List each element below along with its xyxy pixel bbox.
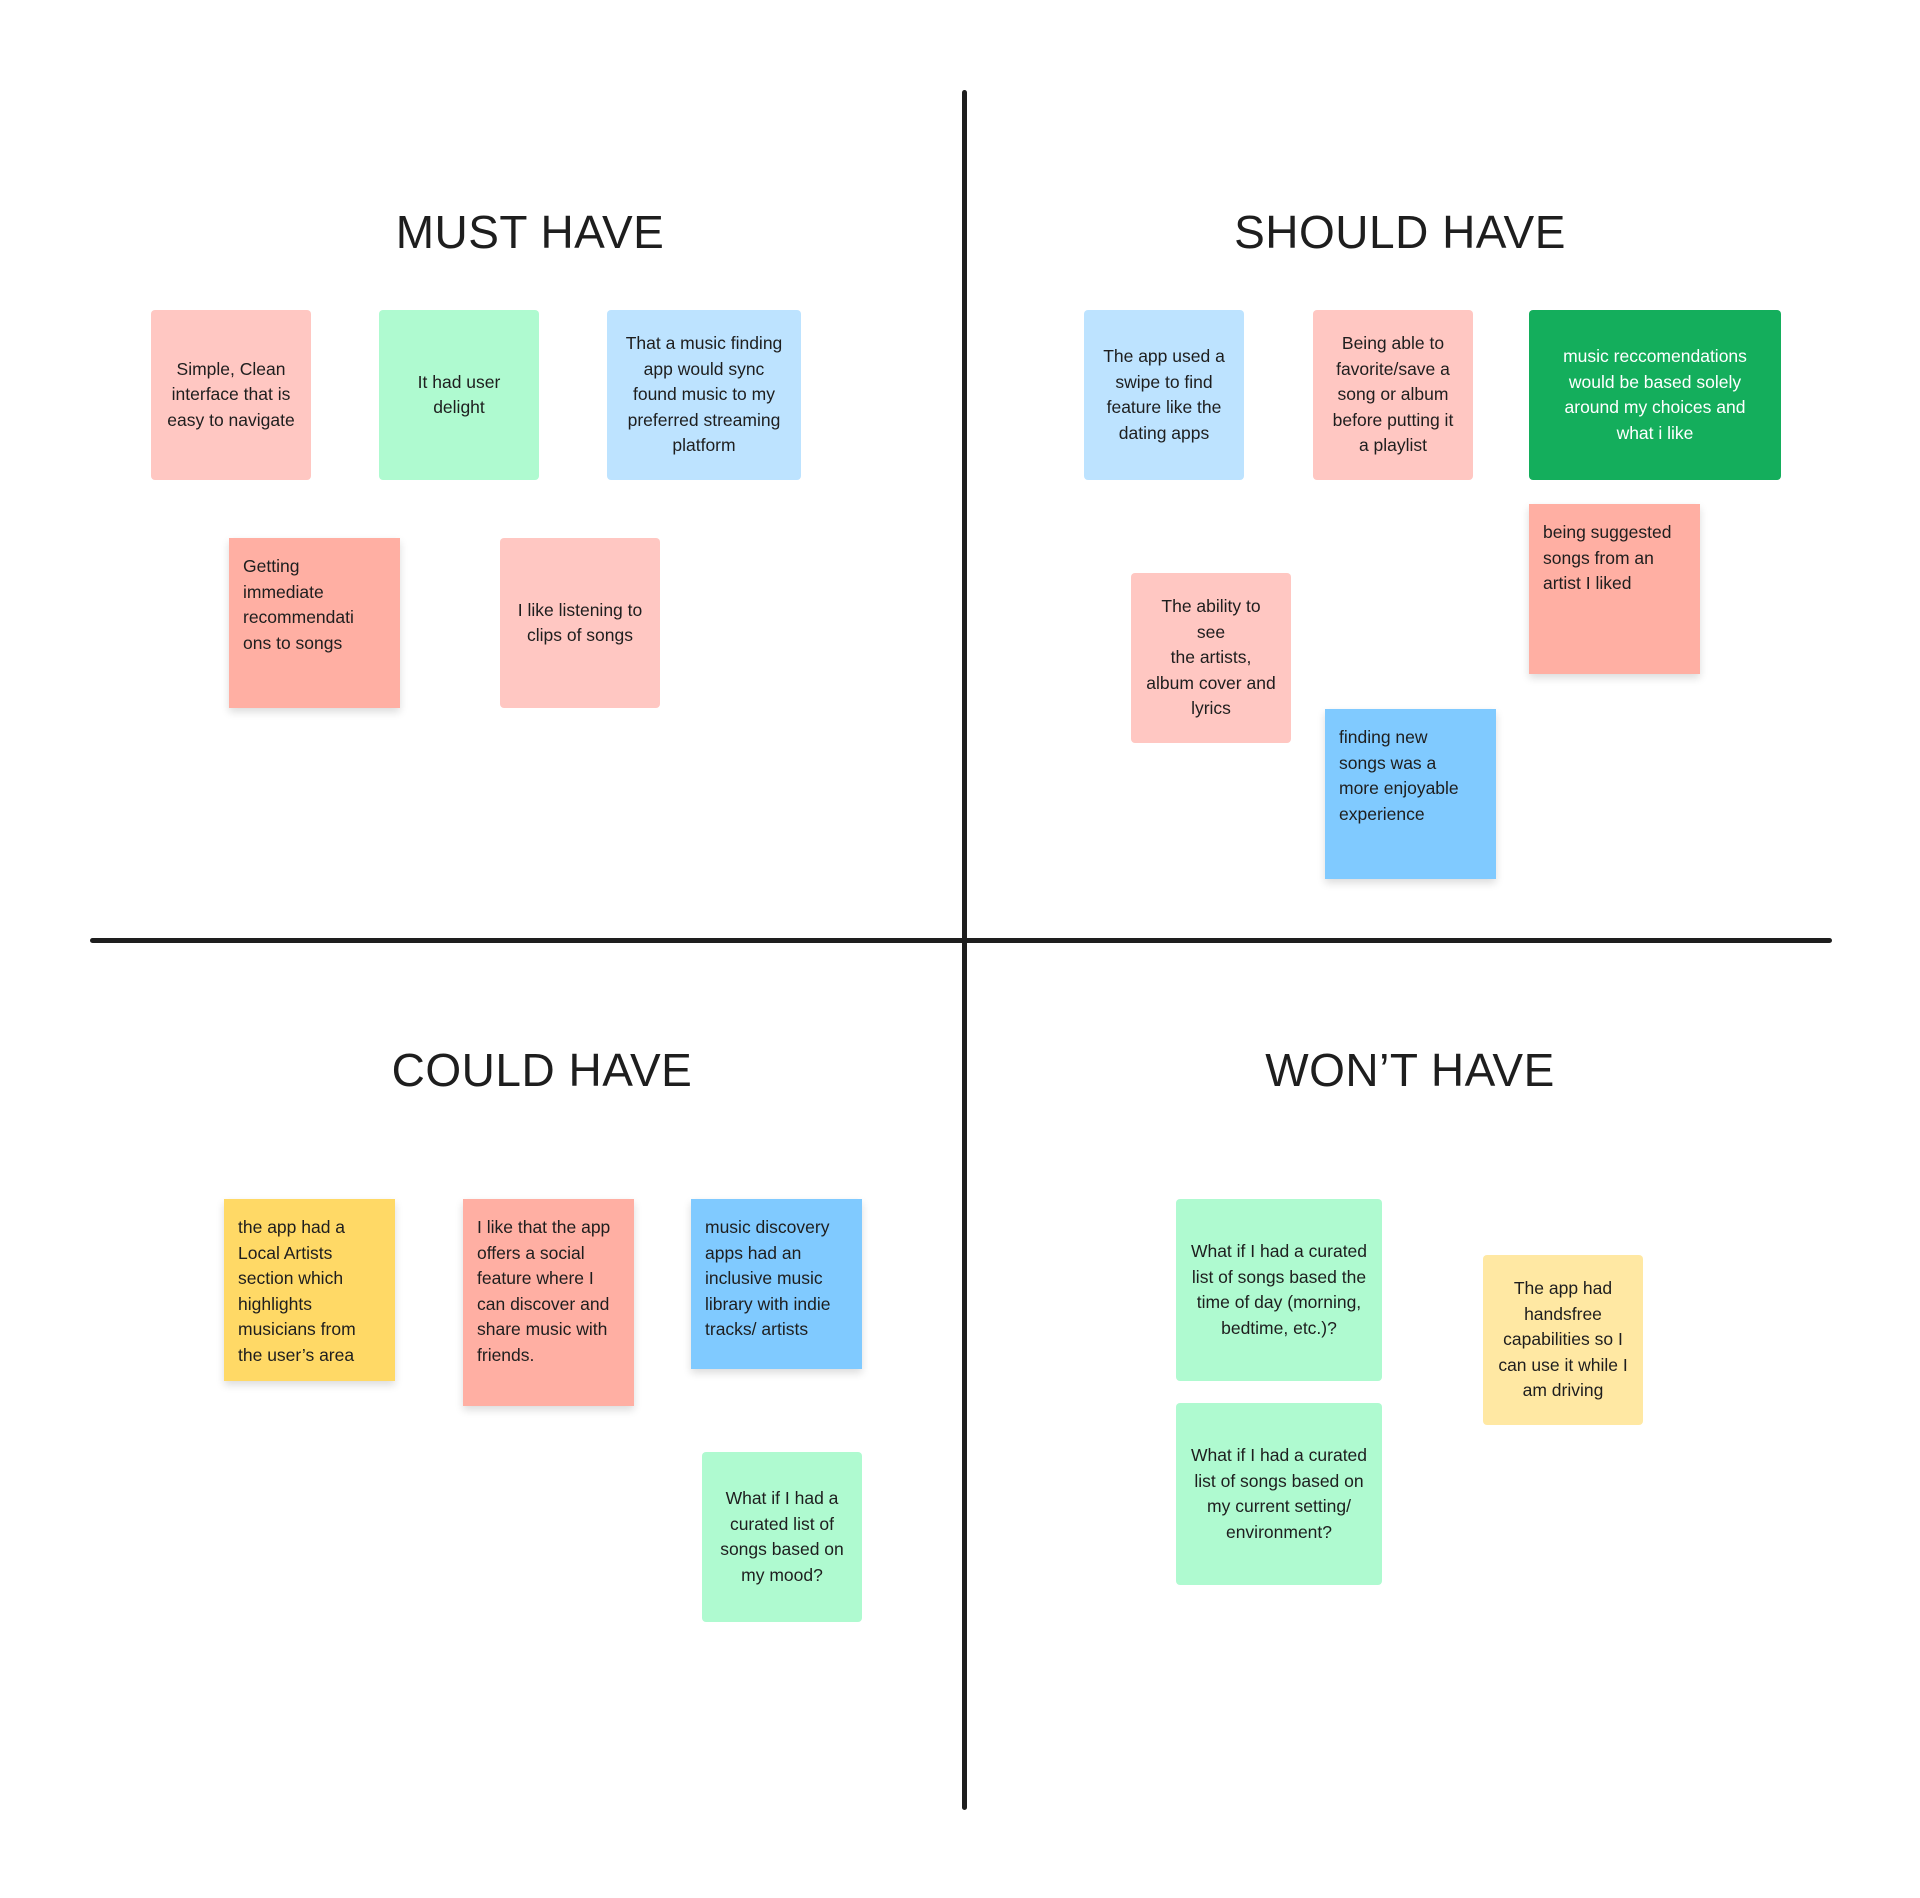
note-text: Getting immediate recommendati ons to so…: [243, 556, 354, 653]
vertical-divider: [962, 90, 967, 1810]
heading-must-have: MUST HAVE: [395, 206, 665, 258]
note-text: The app had handsfree capabilities so I …: [1498, 1278, 1628, 1401]
note-text: Simple, Clean interface that is easy to …: [167, 358, 295, 430]
note-text: Being able to favorite/save a song or al…: [1332, 333, 1454, 456]
sticky-note[interactable]: music discovery apps had an inclusive mu…: [691, 1199, 862, 1369]
sticky-note[interactable]: I like that the app offers a social feat…: [463, 1199, 634, 1406]
sticky-note[interactable]: The app used a swipe to find feature lik…: [1084, 310, 1244, 480]
moscow-board: MUST HAVE Simple, Clean interface that i…: [0, 0, 1920, 1898]
sticky-note[interactable]: That a music finding app would sync foun…: [607, 310, 801, 480]
note-text: being suggested songs from an artist I l…: [1543, 522, 1672, 593]
note-text: The ability to see the artists, album co…: [1146, 596, 1276, 719]
note-text: It had user delight: [417, 371, 501, 418]
horizontal-divider: [90, 938, 1832, 943]
note-text: What if I had a curated list of songs ba…: [1190, 1241, 1368, 1338]
sticky-note[interactable]: being suggested songs from an artist I l…: [1529, 504, 1700, 674]
heading-should-have: SHOULD HAVE: [1234, 206, 1566, 258]
heading-could-have: COULD HAVE: [391, 1044, 693, 1096]
sticky-note[interactable]: Being able to favorite/save a song or al…: [1313, 310, 1473, 480]
heading-wont-have: WON’T HAVE: [1265, 1044, 1555, 1096]
sticky-note[interactable]: What if I had a curated list of songs ba…: [1176, 1403, 1382, 1585]
sticky-note[interactable]: the app had a Local Artists section whic…: [224, 1199, 395, 1381]
sticky-note[interactable]: What if I had a curated list of songs ba…: [1176, 1199, 1382, 1381]
note-text: the app had a Local Artists section whic…: [238, 1217, 356, 1365]
sticky-note[interactable]: It had user delight: [379, 310, 539, 480]
note-text: What if I had a curated list of songs ba…: [1190, 1445, 1368, 1542]
note-text: finding new songs was a more enjoyable e…: [1339, 727, 1459, 824]
sticky-note[interactable]: What if I had a curated list of songs ba…: [702, 1452, 862, 1622]
note-text: I like that the app offers a social feat…: [477, 1217, 611, 1365]
sticky-note[interactable]: The ability to see the artists, album co…: [1131, 573, 1291, 743]
note-text: I like listening to clips of songs: [517, 599, 643, 646]
note-text: What if I had a curated list of songs ba…: [720, 1488, 844, 1585]
note-text: music reccomendations would be based sol…: [1563, 346, 1747, 443]
sticky-note[interactable]: music reccomendations would be based sol…: [1529, 310, 1781, 480]
note-text: The app used a swipe to find feature lik…: [1103, 346, 1225, 443]
note-text: music discovery apps had an inclusive mu…: [705, 1217, 831, 1339]
note-text: That a music finding app would sync foun…: [625, 333, 783, 456]
sticky-note[interactable]: I like listening to clips of songs: [500, 538, 660, 708]
sticky-note[interactable]: Getting immediate recommendati ons to so…: [229, 538, 400, 708]
sticky-note[interactable]: finding new songs was a more enjoyable e…: [1325, 709, 1496, 879]
sticky-note[interactable]: The app had handsfree capabilities so I …: [1483, 1255, 1643, 1425]
sticky-note[interactable]: Simple, Clean interface that is easy to …: [151, 310, 311, 480]
